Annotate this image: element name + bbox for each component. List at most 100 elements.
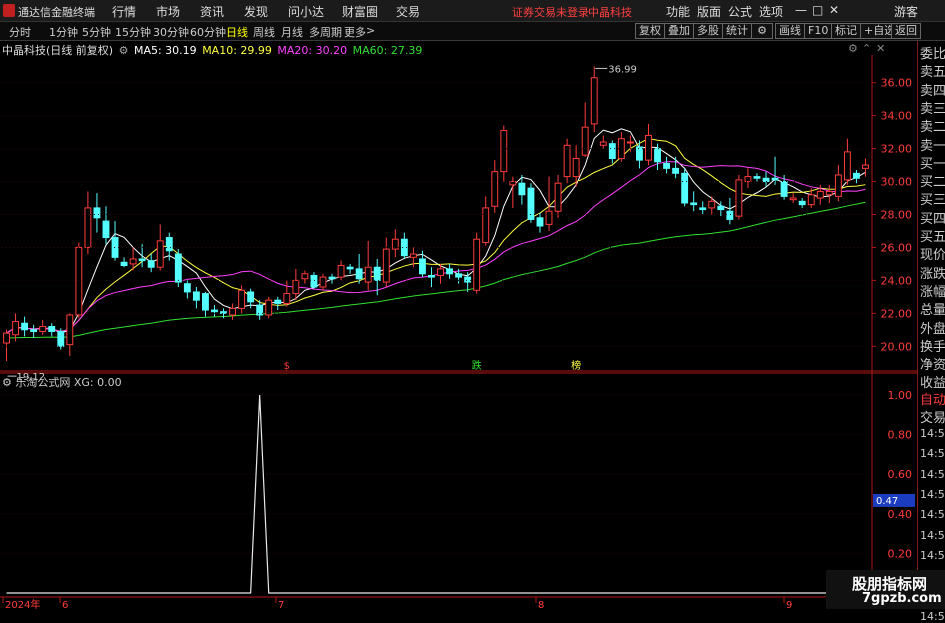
- tab-period[interactable]: 30分钟: [153, 24, 189, 40]
- overlay-button[interactable]: 叠加: [664, 23, 694, 39]
- candle-down: [418, 258, 426, 275]
- restore-icon[interactable]: □: [812, 3, 823, 17]
- side-panel-label: 总量: [920, 303, 945, 319]
- candle-down: [102, 220, 110, 239]
- f10-button[interactable]: F10: [804, 23, 833, 39]
- candle-up: [491, 171, 499, 207]
- login-notice[interactable]: 证券交易未登录: [512, 4, 589, 20]
- candle-down: [608, 143, 616, 159]
- candle-up: [572, 157, 580, 178]
- settings-icon[interactable]: ⚙: [751, 23, 773, 39]
- kline-chart[interactable]: 36.00 34.00 32.00 30.00 28.00 26.00 24.00 22.00…: [0, 41, 917, 609]
- signal-marker: 跌: [472, 359, 482, 372]
- candle-down: [455, 273, 463, 278]
- user-label[interactable]: 游客: [894, 3, 918, 20]
- side-panel-label: 14:56: [920, 528, 945, 542]
- tab-period[interactable]: 1分钟: [49, 24, 78, 40]
- candle-up: [807, 194, 815, 206]
- candle-down: [464, 276, 472, 283]
- side-panel-label: 涨幅: [920, 284, 945, 300]
- candle-up: [645, 134, 652, 161]
- menu-ask[interactable]: 问小达: [288, 3, 324, 20]
- app-logo-icon: [3, 4, 15, 17]
- candle-down: [111, 237, 119, 258]
- ma5-line: [6, 128, 866, 334]
- indicator-name: 乐淘公式网: [15, 376, 71, 389]
- multi-stock-button[interactable]: 多股: [693, 23, 723, 39]
- menu-wealth[interactable]: 财富圈: [342, 3, 378, 20]
- candle-up: [816, 190, 824, 199]
- quote-side-panel: 委比 卖五 卖四 卖三 卖二 卖一 买一 买二 买三 买四 买五 现价 涨跌 涨幅 总量 外盘 换手 净资 收益 自动…: [917, 41, 945, 623]
- menu-layout[interactable]: 版面: [697, 3, 721, 20]
- side-panel-label: 现价: [920, 248, 945, 264]
- tab-period[interactable]: 60分钟: [190, 24, 226, 40]
- candle-up: [599, 141, 607, 146]
- tab-period[interactable]: 多周期: [309, 24, 342, 40]
- tab-more[interactable]: 更多: [344, 24, 366, 40]
- candle-down: [21, 322, 29, 331]
- tab-period[interactable]: 分时: [9, 24, 31, 40]
- candle-up: [843, 151, 851, 181]
- candle-down: [310, 274, 318, 288]
- candle-down: [798, 200, 806, 206]
- candle-up: [482, 207, 490, 244]
- candle-down: [536, 217, 544, 227]
- y-tick-label: 32.00: [881, 143, 913, 156]
- stats-button[interactable]: 统计: [722, 23, 752, 39]
- draw-button[interactable]: 画线: [775, 23, 805, 39]
- side-panel-label: 净资: [920, 358, 945, 374]
- menu-market[interactable]: 市场: [156, 3, 180, 20]
- indicator-legend: ⚙ 乐淘公式网 XG: 0.00: [2, 374, 122, 390]
- candle-up: [708, 200, 716, 209]
- side-panel-label: 14:56: [920, 548, 945, 562]
- app-title: 通达信金融终端: [18, 6, 95, 19]
- back-button[interactable]: 返回: [891, 23, 921, 39]
- candle-up: [337, 265, 345, 278]
- candle-down: [672, 167, 680, 174]
- candle-down: [30, 329, 38, 332]
- menu-options[interactable]: 选项: [759, 3, 783, 20]
- candle-up: [75, 246, 83, 316]
- side-panel-label: 14:56: [920, 427, 945, 440]
- tab-period[interactable]: 月线: [281, 24, 303, 40]
- mark-button[interactable]: 标记: [831, 23, 861, 39]
- candles: [3, 66, 869, 362]
- candle-up: [301, 273, 309, 280]
- candle-down: [192, 291, 200, 301]
- gear-icon[interactable]: ⚙: [2, 376, 12, 389]
- candle-up: [382, 248, 390, 283]
- candle-down: [211, 309, 218, 313]
- tab-period[interactable]: 5分钟: [82, 24, 111, 40]
- menu-quotes[interactable]: 行情: [112, 3, 136, 20]
- ma60-line: [6, 201, 866, 339]
- menu-trade[interactable]: 交易: [396, 3, 420, 20]
- tab-period[interactable]: 周线: [253, 24, 275, 40]
- candle-up: [825, 190, 833, 196]
- side-panel-label: 14:56: [920, 447, 945, 461]
- candle-up: [39, 326, 47, 332]
- candle-down: [165, 237, 173, 252]
- candle-up: [581, 126, 589, 156]
- candle-up: [12, 321, 20, 336]
- candle-up: [409, 253, 417, 258]
- adjust-button[interactable]: 复权: [635, 23, 665, 39]
- menu-formula[interactable]: 公式: [728, 3, 752, 20]
- menu-info[interactable]: 资讯: [200, 3, 224, 20]
- candle-up: [617, 138, 625, 159]
- candle-down: [753, 176, 761, 179]
- price-axis: 36.00 34.00 32.00 30.00 28.00 26.00 24.00 22.00…: [2, 77, 913, 353]
- close-icon[interactable]: ✕: [829, 3, 839, 17]
- menu-function[interactable]: 功能: [666, 3, 690, 20]
- chevron-right-icon[interactable]: >: [366, 24, 375, 37]
- tab-period-active[interactable]: 日线: [226, 24, 248, 40]
- y-tick-label: 24.00: [881, 274, 913, 287]
- candle-up: [283, 293, 291, 304]
- menu-discover[interactable]: 发现: [244, 3, 268, 20]
- minimize-icon[interactable]: —: [795, 3, 807, 17]
- side-panel-label: 14:56: [920, 508, 945, 522]
- y-tick-label: 20.00: [881, 340, 913, 353]
- side-panel-label: 14:56: [920, 609, 945, 623]
- candle-down: [174, 253, 182, 283]
- ind-current-label: 0.47: [876, 496, 898, 507]
- tab-period[interactable]: 15分钟: [115, 24, 151, 40]
